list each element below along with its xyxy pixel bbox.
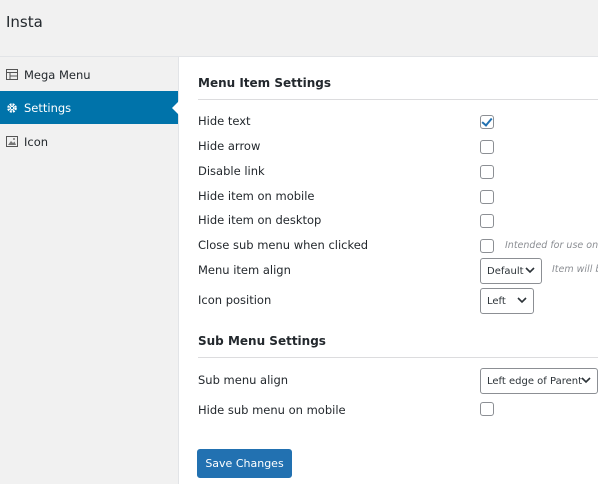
icon-position-select[interactable]: Left	[480, 288, 534, 314]
save-changes-button[interactable]: Save Changes	[197, 449, 292, 478]
disable-link-label: Disable link	[198, 164, 265, 178]
divider	[198, 99, 598, 100]
sidebar-item-label: Mega Menu	[24, 67, 91, 82]
close-sub-menu-hint: Intended for use on an	[505, 240, 598, 251]
menu-item-align-hint: Item will be	[552, 264, 598, 275]
sidebar-item-icon[interactable]: Icon	[0, 125, 178, 158]
sidebar-item-settings[interactable]: Settings	[0, 91, 179, 124]
icon-position-value: Left	[487, 295, 506, 307]
hide-sub-menu-mobile-checkbox[interactable]	[480, 402, 494, 416]
sub-menu-settings-title: Sub Menu Settings	[198, 334, 326, 348]
chevron-down-icon	[525, 266, 535, 277]
table-icon	[0, 69, 24, 80]
menu-item-align-label: Menu item align	[198, 263, 291, 277]
close-sub-menu-label: Close sub menu when clicked	[198, 238, 369, 252]
menu-item-settings-title: Menu Item Settings	[198, 76, 332, 90]
sub-menu-align-select[interactable]: Left edge of Parent	[480, 368, 598, 394]
header: Insta	[0, 0, 598, 57]
menu-item-align-value: Default	[487, 265, 524, 277]
hide-sub-menu-mobile-label: Hide sub menu on mobile	[198, 403, 346, 417]
icon-position-label: Icon position	[198, 293, 272, 307]
image-icon	[0, 136, 24, 147]
hide-arrow-label: Hide arrow	[198, 139, 261, 153]
hide-item-mobile-checkbox[interactable]	[480, 190, 494, 204]
divider	[198, 357, 598, 358]
hide-item-mobile-label: Hide item on mobile	[198, 189, 315, 203]
hide-text-checkbox[interactable]	[480, 115, 494, 129]
page-title: Insta	[6, 13, 43, 31]
chevron-down-icon	[581, 376, 591, 387]
chevron-down-icon	[517, 296, 527, 307]
hide-item-desktop-checkbox[interactable]	[480, 214, 494, 228]
sub-menu-align-value: Left edge of Parent	[487, 375, 582, 387]
settings-panel: Menu Item Settings Hide text Hide arrow …	[179, 57, 598, 484]
sidebar: Mega Menu Settings Icon	[0, 57, 179, 484]
close-sub-menu-checkbox[interactable]	[480, 239, 494, 253]
sidebar-item-label: Icon	[24, 134, 49, 149]
sidebar-item-mega-menu[interactable]: Mega Menu	[0, 58, 178, 91]
hide-arrow-checkbox[interactable]	[480, 140, 494, 154]
hide-text-label: Hide text	[198, 114, 251, 128]
hide-item-desktop-label: Hide item on desktop	[198, 213, 322, 227]
sub-menu-align-label: Sub menu align	[198, 373, 289, 387]
menu-item-align-select[interactable]: Default	[480, 258, 542, 284]
gear-icon	[0, 102, 24, 114]
sidebar-item-label: Settings	[24, 100, 72, 115]
disable-link-checkbox[interactable]	[480, 165, 494, 179]
